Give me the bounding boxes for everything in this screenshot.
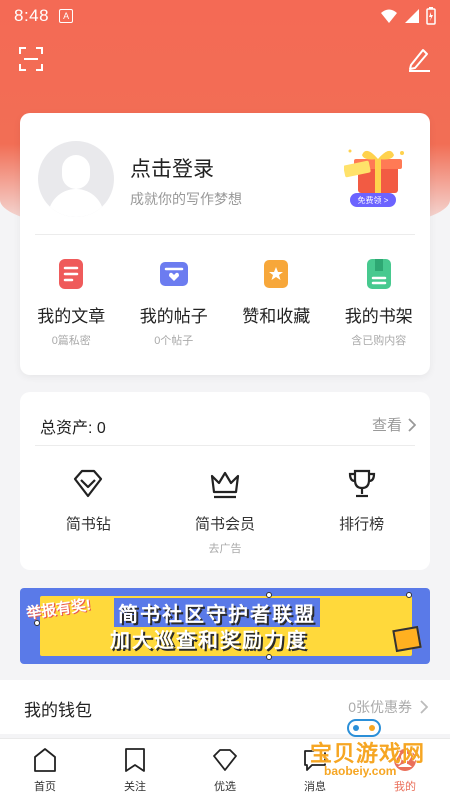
bookmark-icon bbox=[125, 748, 145, 772]
banner-dot bbox=[34, 620, 40, 626]
article-icon bbox=[59, 259, 84, 289]
bookmark-star-icon bbox=[264, 260, 289, 288]
promo-banner[interactable]: 举报有奖! 简书社区守护者联盟 加大巡查和奖励力度 bbox=[20, 588, 430, 664]
asset-actions: 简书钻 简书会员 去广告 排行榜 bbox=[20, 467, 430, 556]
likes-and-favorites[interactable]: 赞和收藏 bbox=[225, 258, 328, 348]
gift-promo[interactable]: 免费领 > bbox=[343, 143, 410, 207]
battery-icon bbox=[426, 7, 436, 25]
quick-label: 我的文章 bbox=[37, 307, 106, 326]
quick-actions: 我的文章 0篇私密 我的帖子 0个帖子 赞和收藏 我的书架 含已购内容 bbox=[20, 258, 430, 348]
view-assets-link[interactable]: 查看 bbox=[372, 414, 416, 435]
gift-box-icon bbox=[343, 149, 404, 193]
my-posts[interactable]: 我的帖子 0个帖子 bbox=[123, 258, 226, 348]
tab-follow[interactable]: 关注 bbox=[90, 739, 180, 800]
quick-sub: 0篇私密 bbox=[51, 335, 91, 347]
trophy-icon bbox=[348, 469, 375, 498]
top-actions bbox=[0, 44, 450, 78]
scan-icon[interactable] bbox=[18, 46, 44, 72]
watermark: 宝贝游戏网 baobeiy.com bbox=[310, 716, 430, 782]
my-articles[interactable]: 我的文章 0篇私密 bbox=[20, 258, 123, 348]
status-time: 8:48 bbox=[14, 6, 50, 25]
divider bbox=[35, 445, 415, 446]
status-bar: 8:48 A bbox=[0, 0, 450, 32]
crown-icon bbox=[210, 471, 240, 499]
tab-label: 关注 bbox=[124, 781, 146, 793]
tab-home[interactable]: 首页 bbox=[0, 739, 90, 800]
tab-label: 优选 bbox=[214, 781, 236, 793]
wallet-title: 我的钱包 bbox=[24, 701, 92, 720]
assets-card: 总资产: 0 查看 简书钻 简书会员 去广告 排行榜 bbox=[20, 392, 430, 570]
asset-label: 简书会员 bbox=[195, 516, 256, 533]
tab-featured[interactable]: 优选 bbox=[180, 739, 270, 800]
chevron-right-icon bbox=[408, 417, 416, 432]
jianshu-membership[interactable]: 简书会员 去广告 bbox=[157, 467, 294, 556]
wifi-icon bbox=[381, 9, 397, 23]
signal-icon bbox=[405, 9, 419, 23]
banner-dot bbox=[266, 592, 272, 598]
banner-dot bbox=[406, 592, 412, 598]
banner-dot bbox=[266, 654, 272, 660]
diamond-icon bbox=[74, 469, 103, 498]
quick-sub: 0个帖子 bbox=[154, 335, 194, 347]
total-assets: 总资产: 0 bbox=[40, 420, 106, 437]
diamond-icon bbox=[213, 749, 237, 771]
home-icon bbox=[34, 748, 56, 772]
leaderboard[interactable]: 排行榜 bbox=[293, 467, 430, 556]
post-icon bbox=[159, 262, 188, 286]
asset-sub: 去广告 bbox=[208, 543, 242, 555]
coupon-count: 0张优惠券 bbox=[348, 699, 412, 715]
watermark-url: baobeiy.com bbox=[324, 764, 397, 778]
gift-badge[interactable]: 免费领 > bbox=[350, 193, 396, 207]
profile-card: 点击登录 成就你的写作梦想 免费领 > 我的文章 0篇私密 我的帖子 0个帖子 … bbox=[20, 113, 430, 375]
login-subtitle: 成就你的写作梦想 bbox=[130, 191, 242, 207]
tab-label: 首页 bbox=[34, 781, 56, 793]
chevron-right-icon bbox=[420, 700, 428, 714]
banner-subheadline: 加大巡查和奖励力度 bbox=[110, 630, 308, 652]
coupon-link[interactable]: 0张优惠券 bbox=[348, 697, 428, 717]
asset-label: 简书钻 bbox=[65, 516, 111, 533]
status-icons bbox=[380, 7, 436, 25]
book-icon bbox=[392, 625, 422, 653]
quick-label: 我的书架 bbox=[344, 307, 413, 326]
divider bbox=[35, 234, 415, 235]
login-title[interactable]: 点击登录 bbox=[130, 153, 214, 183]
jianshu-diamond[interactable]: 简书钻 bbox=[20, 467, 157, 556]
bookshelf-icon bbox=[366, 259, 391, 289]
banner-headline: 简书社区守护者联盟 bbox=[114, 598, 320, 627]
view-assets-label: 查看 bbox=[371, 417, 402, 434]
quick-sub: 含已购内容 bbox=[351, 335, 407, 347]
my-bookshelf[interactable]: 我的书架 含已购内容 bbox=[328, 258, 431, 348]
quick-label: 赞和收藏 bbox=[242, 307, 311, 326]
quick-label: 我的帖子 bbox=[139, 307, 208, 326]
pencil-icon[interactable] bbox=[406, 46, 432, 72]
avatar[interactable] bbox=[38, 141, 114, 217]
asset-label: 排行榜 bbox=[339, 516, 385, 533]
app-notification-icon: A bbox=[59, 9, 74, 23]
